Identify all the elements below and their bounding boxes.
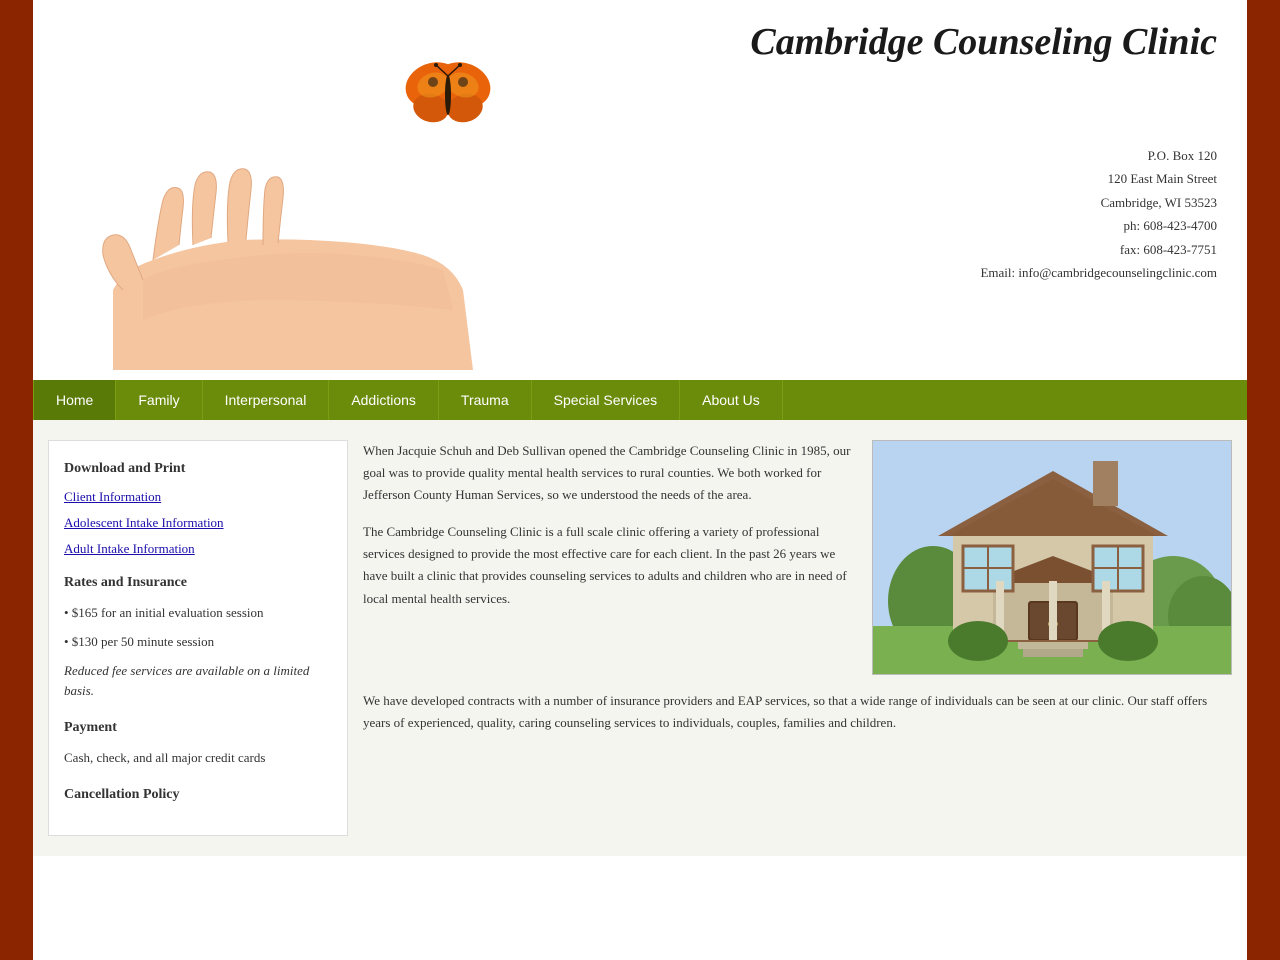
main-content: Download and Print Client Information Ad… (33, 420, 1247, 856)
rate2: • $130 per 50 minute session (64, 632, 332, 653)
content-bottom: We have developed contracts with a numbe… (363, 690, 1232, 734)
header-contact: Cambridge Counseling Clinic P.O. Box 120… (750, 10, 1227, 284)
adult-intake-link[interactable]: Adult Intake Information (64, 541, 332, 557)
content-para3: We have developed contracts with a numbe… (363, 690, 1232, 734)
reduced-fee: Reduced fee services are available on a … (64, 661, 332, 703)
download-print-title: Download and Print (64, 461, 332, 477)
address-line2: 120 East Main Street (750, 167, 1217, 190)
clinic-title: Cambridge Counseling Clinic (750, 20, 1217, 64)
hand-icon (63, 90, 483, 370)
address-line3: Cambridge, WI 53523 (750, 191, 1217, 214)
payment-section: Payment Cash, check, and all major credi… (64, 720, 332, 769)
payment-title: Payment (64, 720, 332, 736)
content-text: When Jacquie Schuh and Deb Sullivan open… (363, 440, 857, 625)
client-information-link[interactable]: Client Information (64, 489, 332, 505)
email: Email: info@cambridgecounselingclinic.co… (750, 261, 1217, 284)
rate1: • $165 for an initial evaluation session (64, 603, 332, 624)
cancellation-title: Cancellation Policy (64, 787, 332, 803)
main-navigation: Home Family Interpersonal Addictions Tra… (33, 380, 1247, 420)
contact-info: P.O. Box 120 120 East Main Street Cambri… (750, 144, 1217, 284)
fax: fax: 608-423-7751 (750, 238, 1217, 261)
content-para1: When Jacquie Schuh and Deb Sullivan open… (363, 440, 857, 506)
nav-home[interactable]: Home (33, 380, 116, 420)
cancellation-section: Cancellation Policy (64, 787, 332, 803)
nav-special-services[interactable]: Special Services (532, 380, 681, 420)
header: Cambridge Counseling Clinic P.O. Box 120… (33, 0, 1247, 380)
nav-trauma[interactable]: Trauma (439, 380, 532, 420)
rates-section: Rates and Insurance • $165 for an initia… (64, 575, 332, 702)
clinic-building-image (872, 440, 1232, 675)
nav-about-us[interactable]: About Us (680, 380, 783, 420)
phone: ph: 608-423-4700 (750, 214, 1217, 237)
clinic-image-svg (873, 441, 1232, 675)
nav-interpersonal[interactable]: Interpersonal (203, 380, 330, 420)
header-illustration (53, 10, 750, 370)
adolescent-intake-link[interactable]: Adolescent Intake Information (64, 515, 332, 531)
sidebar: Download and Print Client Information Ad… (48, 440, 348, 836)
content-area: When Jacquie Schuh and Deb Sullivan open… (363, 440, 1232, 836)
address-line1: P.O. Box 120 (750, 144, 1217, 167)
content-para2: The Cambridge Counseling Clinic is a ful… (363, 521, 857, 609)
payment-text: Cash, check, and all major credit cards (64, 748, 332, 769)
nav-addictions[interactable]: Addictions (329, 380, 439, 420)
rates-title: Rates and Insurance (64, 575, 332, 591)
content-top: When Jacquie Schuh and Deb Sullivan open… (363, 440, 1232, 675)
nav-family[interactable]: Family (116, 380, 202, 420)
hero-image (63, 50, 543, 370)
